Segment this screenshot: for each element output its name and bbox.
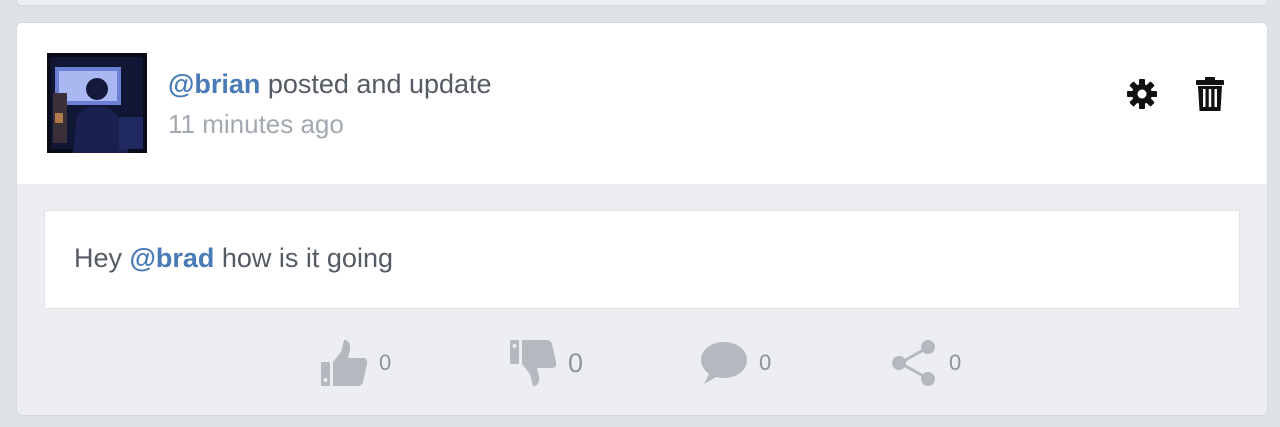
comment-count: 0 [759,350,772,375]
post-text-suffix: how is it going [214,243,393,273]
dislike-count: 0 [568,347,584,378]
share-count: 0 [949,350,962,375]
post-action-text: posted and update [260,69,492,99]
comment-button[interactable]: 0 [699,333,771,393]
share-button[interactable]: 0 [889,333,961,393]
post-content: Hey @brad how is it going [44,210,1240,309]
share-icon [892,340,935,386]
previous-post-card [16,0,1268,6]
post-actions [1125,76,1227,112]
thumbs-up-icon [321,340,368,386]
mention-link[interactable]: @brad [130,243,215,273]
delete-button[interactable] [1193,76,1227,112]
post-meta: @brian posted and update 11 minutes ago [168,67,492,141]
speech-bubble-icon [701,342,747,384]
dislike-button[interactable]: 0 [508,333,583,393]
post-text-prefix: Hey [74,243,130,273]
post-headline: @brian posted and update [168,67,492,101]
avatar[interactable] [47,53,147,153]
like-button[interactable]: 0 [319,333,391,393]
avatar-image [47,53,147,153]
settings-button[interactable] [1125,76,1159,112]
post-card: @brian posted and update 11 minutes ago [16,22,1268,416]
reaction-bar: 0 0 0 0 [17,333,1267,393]
post-timestamp: 11 minutes ago [168,109,344,139]
gear-icon [1127,79,1157,109]
thumbs-down-icon [510,340,557,386]
author-username-link[interactable]: @brian [168,69,260,99]
post-text: Hey @brad how is it going [74,243,393,274]
post-header: @brian posted and update 11 minutes ago [17,23,1267,184]
like-count: 0 [379,350,392,375]
trash-icon [1196,77,1224,111]
